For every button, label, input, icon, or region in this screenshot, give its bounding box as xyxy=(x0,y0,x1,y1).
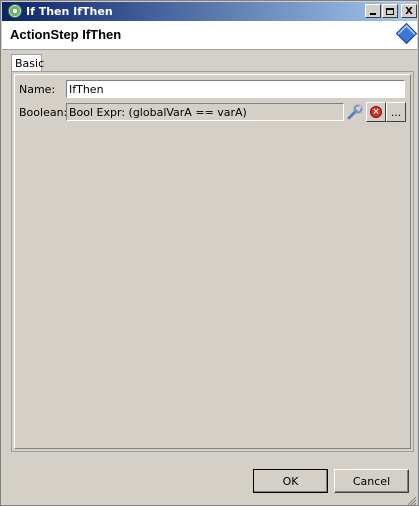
clear-button[interactable]: × xyxy=(366,102,386,122)
maximize-button[interactable] xyxy=(382,4,398,18)
ok-button[interactable]: OK xyxy=(253,469,328,493)
close-icon: X xyxy=(405,5,413,17)
panel-border xyxy=(14,74,411,449)
cancel-button[interactable]: Cancel xyxy=(334,469,409,493)
tab-basic[interactable]: Basic xyxy=(11,54,45,71)
boolean-expression-field[interactable]: Bool Expr: (globalVarA == varA) xyxy=(66,103,344,121)
boolean-label: Boolean: xyxy=(19,106,68,119)
minimize-button[interactable] xyxy=(365,4,381,18)
name-label: Name: xyxy=(19,83,56,96)
dialog-window: If Then IfThen X ActionStep IfThen Basic… xyxy=(0,0,419,506)
browse-button[interactable]: ... xyxy=(386,102,406,122)
maximize-icon xyxy=(386,7,394,15)
window-title: If Then IfThen xyxy=(26,5,113,18)
name-field[interactable] xyxy=(66,80,405,98)
clear-icon: × xyxy=(370,106,382,118)
diamond-icon xyxy=(395,22,418,45)
minimize-icon xyxy=(370,13,376,15)
tab-panel xyxy=(11,71,414,452)
app-icon xyxy=(8,4,22,18)
page-title: ActionStep IfThen xyxy=(10,27,122,42)
dialog-header: ActionStep IfThen xyxy=(2,21,418,50)
title-bar[interactable]: If Then IfThen X xyxy=(2,2,417,21)
resize-grip-icon[interactable] xyxy=(405,494,417,506)
tab-label: Basic xyxy=(15,57,45,70)
close-button[interactable]: X xyxy=(401,4,417,18)
wrench-icon[interactable] xyxy=(346,103,364,121)
